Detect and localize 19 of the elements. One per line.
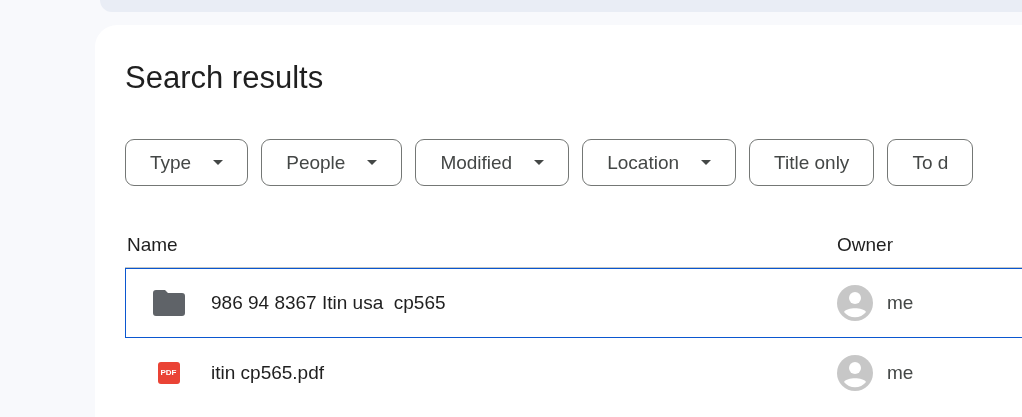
column-header: Name bbox=[127, 234, 179, 256]
file-row[interactable]: 986 94 8367 Itin usa cp565 me bbox=[125, 268, 1022, 338]
avatar-icon bbox=[837, 355, 873, 391]
file-name: 986 94 8367 Itin usa cp565 bbox=[211, 292, 447, 314]
page-title: Search results bbox=[125, 59, 325, 97]
filter-chip[interactable]: People bbox=[261, 139, 403, 186]
owner-name: me bbox=[887, 362, 914, 384]
filter-chip[interactable]: Title only bbox=[749, 139, 875, 186]
folder-icon bbox=[152, 290, 185, 316]
filter-chip[interactable]: To d bbox=[887, 139, 974, 186]
filter-chip[interactable]: Modified bbox=[415, 139, 570, 186]
filter-chip[interactable]: Location bbox=[582, 139, 737, 186]
file-row[interactable]: PDF itin cp565.pdf me bbox=[125, 338, 1022, 408]
avatar-icon bbox=[837, 285, 873, 321]
file-name: itin cp565.pdf bbox=[211, 362, 326, 384]
filter-chip[interactable]: Type bbox=[125, 139, 249, 186]
pdf-icon: PDF bbox=[157, 362, 180, 384]
column-header: Owner bbox=[837, 234, 893, 256]
owner-name: me bbox=[887, 292, 914, 314]
